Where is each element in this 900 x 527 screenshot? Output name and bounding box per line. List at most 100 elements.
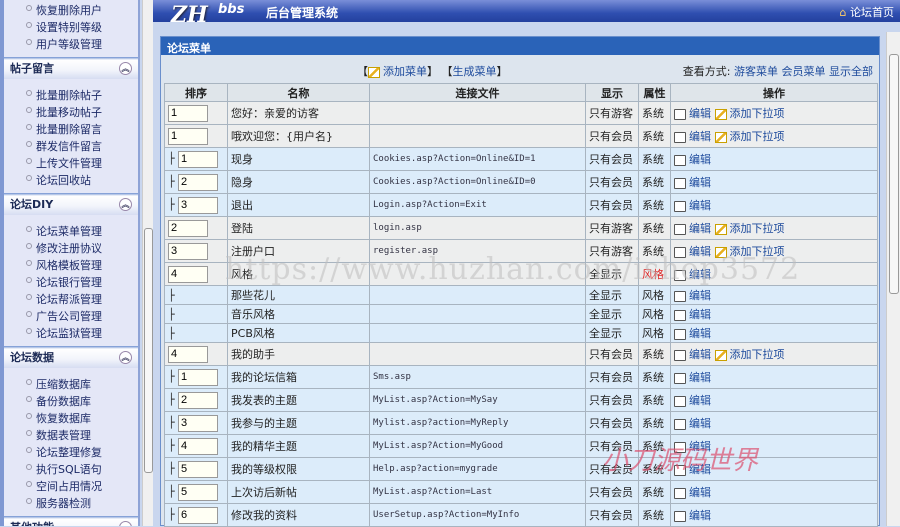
collapse-icon[interactable]: ︽ [119, 197, 132, 211]
collapse-icon[interactable]: ︽ [119, 61, 132, 75]
edit-link[interactable]: 编辑 [689, 371, 711, 384]
table-row: ├ 退出Login.asp?Action=Exit只有会员系统 编辑 [164, 193, 878, 217]
edit-link[interactable]: 编辑 [689, 463, 711, 476]
sidebar-item[interactable]: 执行SQL语句 [24, 461, 138, 478]
sidebar-item[interactable]: 恢复删除用户 [24, 2, 138, 19]
link-cell [369, 304, 586, 324]
order-input[interactable] [168, 242, 208, 260]
order-input[interactable] [178, 460, 218, 478]
sidebar-item[interactable]: 广告公司管理 [24, 308, 138, 325]
link-cell: MyList.asp?Action=Last [369, 480, 586, 504]
sidebar-item[interactable]: 论坛菜单管理 [24, 223, 138, 240]
add-submenu-link[interactable]: 添加下拉项 [730, 107, 785, 120]
edit-link[interactable]: 编辑 [689, 394, 711, 407]
order-input[interactable] [178, 150, 218, 168]
order-input[interactable] [178, 173, 218, 191]
show-cell: 只有游客 [585, 216, 639, 240]
link-cell: login.asp [369, 216, 586, 240]
order-input[interactable] [178, 196, 218, 214]
add-submenu-link[interactable]: 添加下拉项 [730, 245, 785, 258]
order-input[interactable] [178, 414, 218, 432]
table-row: ├ 我发表的主题MyList.asp?Action=MySay只有会员系统 编辑 [164, 388, 878, 412]
add-submenu-link[interactable]: 添加下拉项 [730, 222, 785, 235]
edit-link[interactable]: 编辑 [689, 153, 711, 166]
sidebar-item[interactable]: 用户等级管理 [24, 36, 138, 53]
sidebar-item[interactable]: 修改注册协议 [24, 240, 138, 257]
order-input[interactable] [178, 391, 218, 409]
edit-link[interactable]: 编辑 [689, 440, 711, 453]
sidebar-item[interactable]: 空间占用情况 [24, 478, 138, 495]
edit-link[interactable]: 编辑 [689, 308, 711, 321]
sidebar-scrollbar[interactable] [142, 0, 153, 526]
sidebar-item[interactable]: 批量删除帖子 [24, 87, 138, 104]
sidebar-item[interactable]: 压缩数据库 [24, 376, 138, 393]
sidebar-section-header[interactable]: 其他功能 ︽ [0, 516, 138, 526]
home-link[interactable]: ⌂ 论坛首页 [840, 4, 894, 20]
order-cell: ├ [164, 365, 228, 389]
table-row: ├ 那些花儿 全显示 风格 编辑 [164, 285, 878, 305]
order-input[interactable] [178, 483, 218, 501]
sidebar-item[interactable]: 论坛回收站 [24, 172, 138, 189]
main-scrollbar[interactable] [886, 32, 900, 526]
link-cell: Mylist.asp?action=MyReply [369, 411, 586, 435]
order-input[interactable] [178, 368, 218, 386]
sidebar-item[interactable]: 批量移动帖子 [24, 104, 138, 121]
edit-link[interactable]: 编辑 [689, 509, 711, 522]
sidebar-item[interactable]: 论坛帮派管理 [24, 291, 138, 308]
sidebar-item[interactable]: 恢复数据库 [24, 410, 138, 427]
panel-title: 论坛菜单 [161, 37, 879, 55]
sidebar-item[interactable]: 批量删除留言 [24, 121, 138, 138]
edit-link[interactable]: 编辑 [689, 486, 711, 499]
edit-icon [674, 349, 686, 361]
edit-link[interactable]: 编辑 [689, 417, 711, 430]
edit-link[interactable]: 编辑 [689, 245, 711, 258]
edit-link[interactable]: 编辑 [689, 176, 711, 189]
name-cell: 我参与的主题 [227, 411, 370, 435]
sidebar-item[interactable]: 备份数据库 [24, 393, 138, 410]
sidebar-item[interactable]: 论坛银行管理 [24, 274, 138, 291]
add-submenu-link[interactable]: 添加下拉项 [730, 130, 785, 143]
sidebar-item[interactable]: 群发信件留言 [24, 138, 138, 155]
sidebar-item[interactable]: 设置特别等级 [24, 19, 138, 36]
order-input[interactable] [168, 104, 208, 122]
edit-link[interactable]: 编辑 [689, 107, 711, 120]
order-input[interactable] [178, 506, 218, 524]
order-input[interactable] [168, 345, 208, 363]
collapse-icon[interactable]: ︽ [119, 350, 132, 364]
edit-link[interactable]: 编辑 [689, 289, 711, 302]
sidebar-item[interactable]: 数据表管理 [24, 427, 138, 444]
order-input[interactable] [168, 219, 208, 237]
view-member-link[interactable]: 会员菜单 [782, 65, 826, 78]
sidebar-item[interactable]: 风格模板管理 [24, 257, 138, 274]
edit-link[interactable]: 编辑 [689, 222, 711, 235]
view-all-link[interactable]: 显示全部 [829, 65, 873, 78]
order-input[interactable] [168, 265, 208, 283]
order-input[interactable] [168, 127, 208, 145]
col-attr: 属性 [638, 83, 671, 102]
edit-link[interactable]: 编辑 [689, 199, 711, 212]
tree-branch-icon: ├ [168, 439, 175, 452]
add-menu-link[interactable]: 添加菜单 [383, 65, 427, 78]
sidebar-section-header[interactable]: 帖子留言 ︽ [0, 57, 138, 79]
edit-link[interactable]: 编辑 [689, 327, 711, 340]
sidebar-item[interactable]: 服务器检测 [24, 495, 138, 512]
sidebar-section-header[interactable]: 论坛DIY ︽ [0, 193, 138, 215]
edit-link[interactable]: 编辑 [689, 268, 711, 281]
view-guest-link[interactable]: 游客菜单 [734, 65, 778, 78]
collapse-icon[interactable]: ︽ [119, 520, 132, 526]
sidebar-item[interactable]: 上传文件管理 [24, 155, 138, 172]
show-cell: 只有会员 [585, 457, 639, 481]
sidebar-section-title: 其他功能 [10, 519, 54, 526]
actions-cell: 编辑 添加下拉项 [670, 239, 878, 263]
actions-cell: 编辑 [670, 304, 878, 324]
edit-link[interactable]: 编辑 [689, 348, 711, 361]
show-cell: 只有会员 [585, 342, 639, 366]
sidebar-item[interactable]: 论坛监狱管理 [24, 325, 138, 342]
sidebar-section-header[interactable]: 论坛数据 ︽ [0, 346, 138, 368]
edit-link[interactable]: 编辑 [689, 130, 711, 143]
sidebar-item[interactable]: 论坛整理修复 [24, 444, 138, 461]
generate-menu-link[interactable]: 生成菜单 [453, 65, 497, 78]
add-submenu-link[interactable]: 添加下拉项 [730, 348, 785, 361]
order-input[interactable] [178, 437, 218, 455]
show-cell: 只有会员 [585, 365, 639, 389]
